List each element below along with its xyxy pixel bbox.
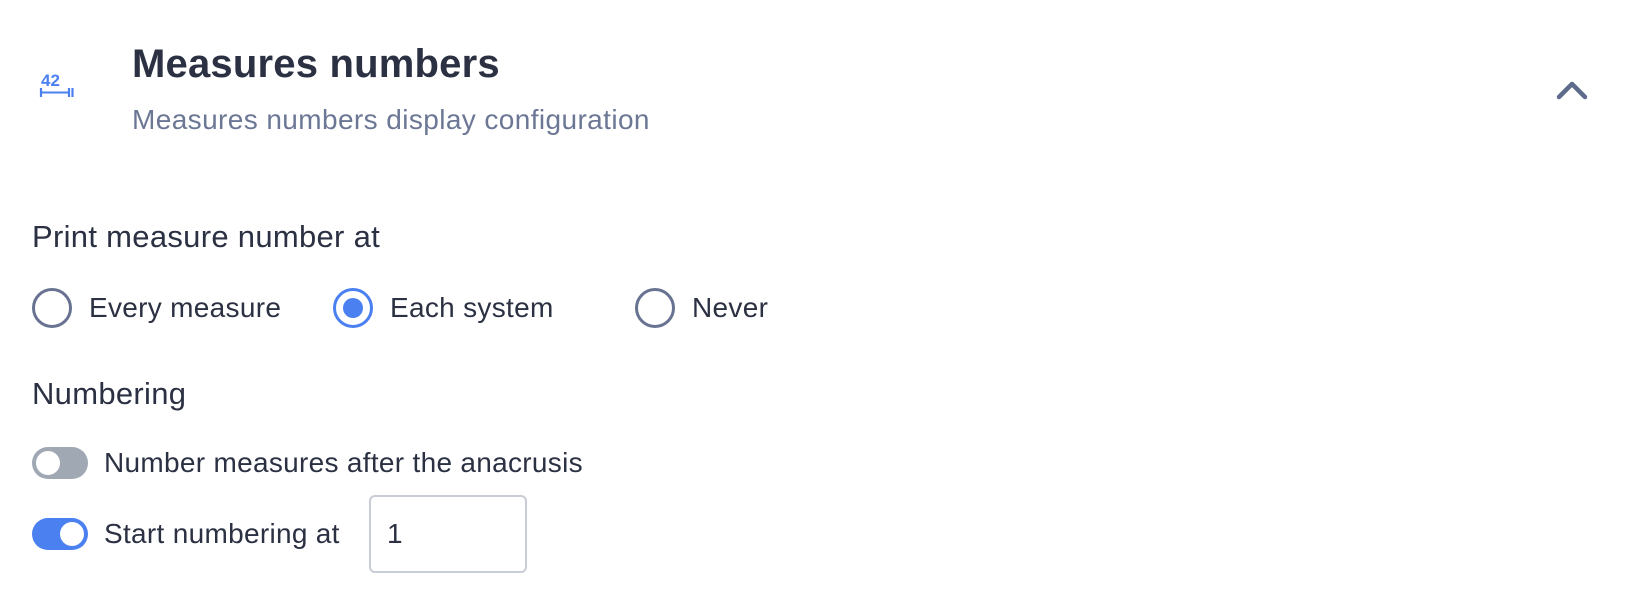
start-numbering-label: Start numbering at [104, 518, 340, 549]
toggle-knob [60, 522, 84, 546]
toggle-knob [36, 451, 60, 475]
print-measure-number-heading: Print measure number at [32, 219, 381, 254]
radio-selected-dot [343, 298, 363, 318]
start-numbering-input[interactable] [369, 495, 527, 573]
section-subtitle: Measures numbers display configuration [132, 104, 650, 135]
radio-every-measure[interactable]: Every measure [32, 287, 281, 329]
measure-number-icon: 42 [38, 70, 82, 106]
after-anacrusis-toggle[interactable] [32, 447, 88, 479]
start-numbering-toggle[interactable] [32, 518, 88, 550]
collapse-section-button[interactable] [1548, 70, 1596, 110]
start-numbering-row: Start numbering at [32, 514, 340, 554]
radio-each-system[interactable]: Each system [333, 287, 554, 329]
radio-button[interactable] [635, 288, 675, 328]
after-anacrusis-row: Number measures after the anacrusis [32, 443, 583, 483]
after-anacrusis-label: Number measures after the anacrusis [104, 447, 583, 478]
section-title: Measures numbers [132, 42, 500, 86]
measures-numbers-panel: 42 Measures numbers Measures numbers dis… [0, 0, 1636, 612]
radio-button-selected[interactable] [333, 288, 373, 328]
chevron-up-icon [1556, 81, 1588, 100]
radio-label: Every measure [89, 292, 282, 323]
icon-number-text: 42 [41, 71, 60, 90]
radio-label: Never [692, 292, 769, 323]
radio-label: Each system [390, 292, 554, 323]
numbering-heading: Numbering [32, 376, 187, 411]
radio-button[interactable] [32, 288, 72, 328]
radio-never[interactable]: Never [635, 287, 768, 329]
